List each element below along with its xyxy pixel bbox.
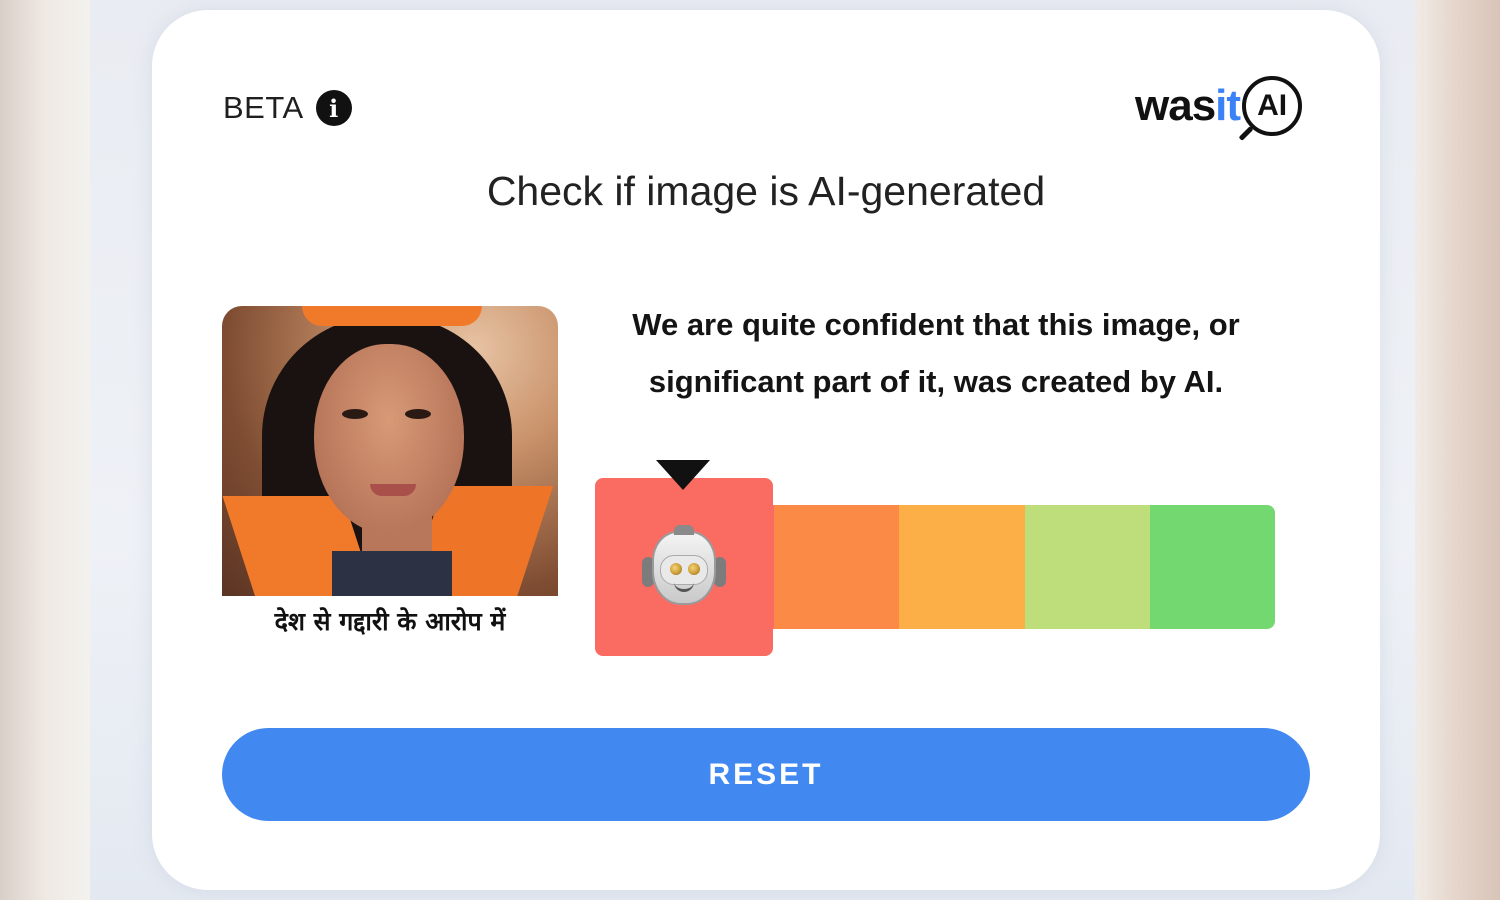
meter-selected-marker: [595, 478, 773, 656]
meter-segment-human: [1149, 505, 1275, 629]
beta-label: BETA: [223, 90, 304, 125]
verdict-message: We are quite confident that this image, …: [632, 307, 1240, 399]
magnifier-ai-icon: AI: [1242, 76, 1303, 136]
wasitai-logo[interactable]: was it AI: [1135, 76, 1303, 136]
meter-pointer-icon: [656, 460, 710, 490]
logo-text-ai: AI: [1257, 89, 1288, 122]
logo-text-it: it: [1215, 81, 1241, 130]
beta-badge: BETA i: [223, 90, 352, 126]
meter-segment-likely-human: [1024, 505, 1150, 629]
meter-segment-uncertain: [899, 505, 1025, 629]
reset-button[interactable]: RESET: [222, 728, 1310, 821]
image-caption: देश से गद्दारी के आरोप में: [274, 607, 506, 636]
info-icon[interactable]: i: [315, 90, 352, 126]
uploaded-image-preview: [222, 306, 558, 596]
logo-text-was: was: [1135, 81, 1216, 130]
page-title: Check if image is AI-generated: [486, 168, 1046, 214]
robot-icon: [640, 525, 728, 609]
meter-segment-likely-ai: [774, 505, 900, 629]
